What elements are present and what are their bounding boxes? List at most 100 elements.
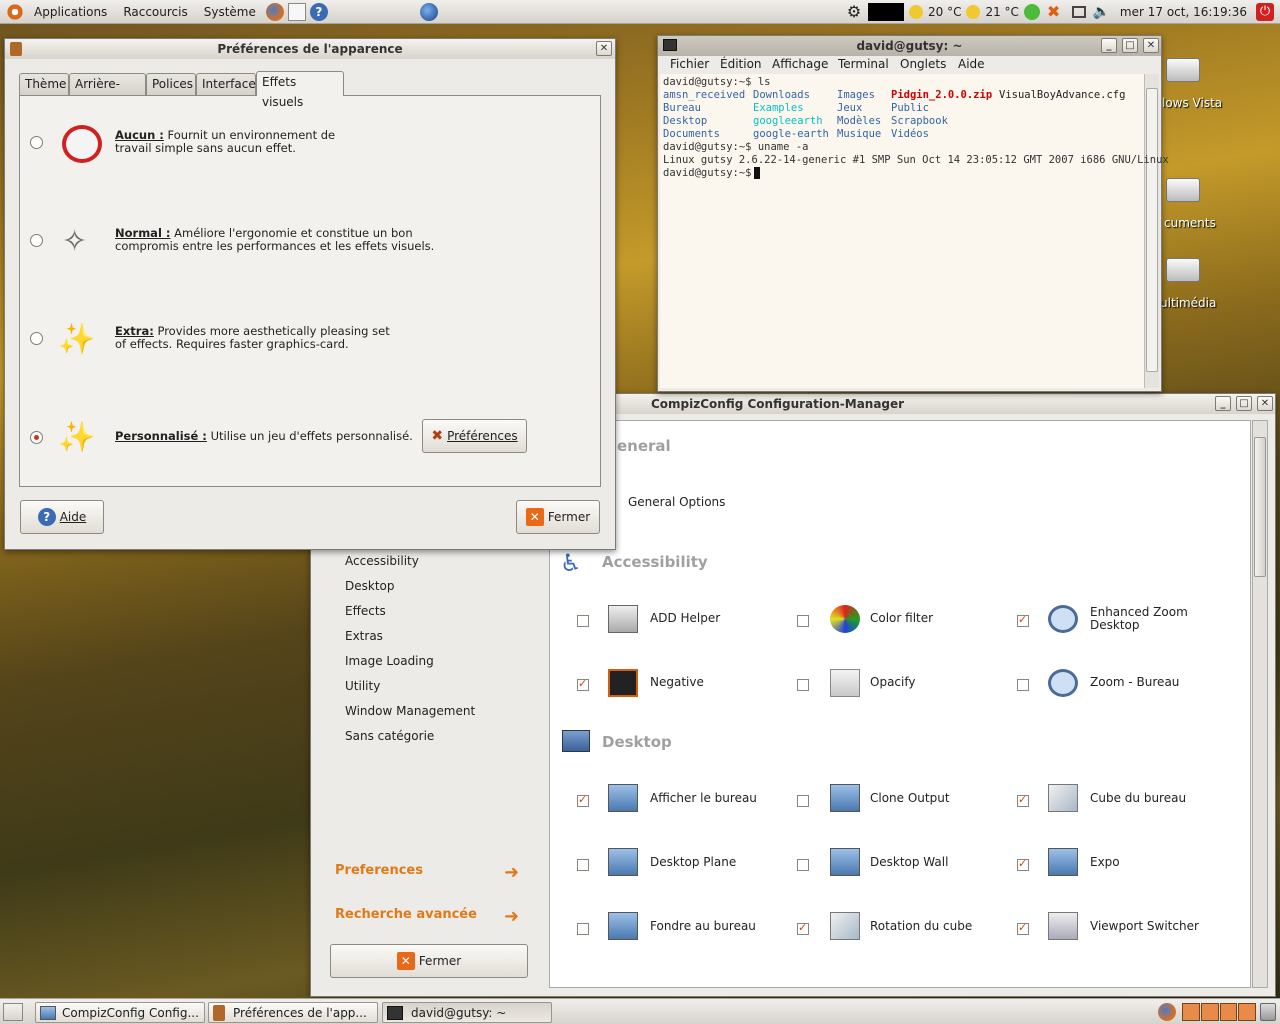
terminal-scrollbar[interactable] [1144,74,1159,388]
menu-terminal[interactable]: Terminal [838,57,889,71]
ubuntu-logo-icon[interactable] [6,2,24,21]
tab-theme[interactable]: Thème [19,73,69,95]
viewport-switcher-checkbox[interactable] [1017,921,1029,935]
category-extras[interactable]: Extras [345,629,383,643]
category-uncategorized[interactable]: Sans catégorie [345,729,434,743]
custom-radio[interactable] [30,431,43,444]
show-desktop-button[interactable] [3,1003,23,1021]
enhanced-zoom-label[interactable]: Enhanced Zoom Desktop [1090,606,1188,632]
network-icon[interactable] [1023,4,1040,20]
minimize-button[interactable]: _ [1215,396,1231,411]
color-filter-checkbox[interactable] [797,615,809,627]
desktop-cube-label[interactable]: Cube du bureau [1090,792,1186,805]
desktop-label-vista[interactable]: lows Vista [1162,96,1222,110]
taskbar-appearance[interactable]: Préférences de l'app... [208,1002,378,1023]
workspace-3[interactable] [1219,1003,1238,1021]
applications-menu[interactable]: Applications [26,0,115,24]
tools-icon[interactable]: ✖ [1047,3,1065,21]
tab-background[interactable]: Arrière-plan [69,73,146,111]
opacify-label[interactable]: Opacify [870,676,915,689]
menu-help[interactable]: Aide [958,57,985,71]
tab-visual-effects[interactable]: Effets visuels [256,71,344,109]
menu-view[interactable]: Affichage [772,57,828,71]
workspace-1[interactable] [1182,1003,1200,1021]
category-image-loading[interactable]: Image Loading [345,654,434,668]
minimize-button[interactable]: _ [1101,38,1117,53]
add-helper-label[interactable]: ADD Helper [650,612,720,625]
opacify-checkbox[interactable] [797,679,809,691]
compiz-scrollbar[interactable] [1252,420,1268,988]
general-options-item[interactable]: General Options [628,496,725,509]
clock[interactable]: mer 17 oct, 16:19:36 [1116,5,1251,19]
gear-icon[interactable]: ⚙ [845,3,863,21]
mail-icon[interactable] [287,2,306,21]
desktop-label-documents[interactable]: cuments [1164,216,1216,230]
enhanced-zoom-checkbox[interactable] [1017,613,1029,627]
maximize-button[interactable]: □ [1122,38,1138,53]
effects-preferences-button[interactable]: ✖ Préférences [422,419,527,453]
category-accessibility[interactable]: Accessibility [345,554,419,568]
expo-label[interactable]: Expo [1090,856,1120,869]
category-desktop[interactable]: Desktop [345,579,395,593]
negative-label[interactable]: Negative [650,676,704,689]
zoom-desktop-label[interactable]: Zoom - Bureau [1090,676,1179,689]
monitor-icon[interactable] [1071,6,1086,18]
rotate-cube-label[interactable]: Rotation du cube [870,920,972,933]
fade-desktop-checkbox[interactable] [577,923,589,935]
show-desktop-checkbox[interactable] [577,793,589,807]
category-window-management[interactable]: Window Management [345,704,475,718]
appearance-titlebar[interactable]: Préférences de l'apparence ✕ [5,39,615,59]
desktop-drive-icon[interactable] [1166,178,1200,202]
taskbar-compiz[interactable]: CompizConfig Config... [35,1002,205,1023]
zoom-desktop-checkbox[interactable] [1017,679,1029,691]
scroll-thumb[interactable] [1254,437,1266,577]
volume-icon[interactable]: 🔈 [1093,3,1111,21]
show-desktop-label[interactable]: Afficher le bureau [650,792,757,805]
maximize-button[interactable]: □ [1236,396,1252,411]
appearance-close-button[interactable]: ✕ Fermer [516,500,600,534]
color-filter-label[interactable]: Color filter [870,612,933,625]
desktop-cube-checkbox[interactable] [1017,793,1029,807]
workspace-2[interactable] [1200,1003,1219,1021]
menu-tabs[interactable]: Onglets [900,57,946,71]
firefox-icon[interactable] [265,2,284,21]
extra-radio[interactable] [30,332,43,345]
fade-desktop-label[interactable]: Fondre au bureau [650,920,756,933]
clone-output-checkbox[interactable] [797,795,809,807]
category-utility[interactable]: Utility [345,679,380,693]
expo-checkbox[interactable] [1017,857,1029,871]
terminal-scroll-thumb[interactable] [1146,88,1158,372]
desktop-drive-icon[interactable] [1166,258,1200,282]
desktop-plane-checkbox[interactable] [577,859,589,871]
workspace-4[interactable] [1238,1003,1256,1021]
menu-edit[interactable]: Édition [720,57,762,71]
rotate-cube-checkbox[interactable] [797,921,809,935]
add-helper-checkbox[interactable] [577,615,589,627]
category-effects[interactable]: Effects [345,604,386,618]
desktop-plane-label[interactable]: Desktop Plane [650,856,736,869]
globe-icon[interactable] [419,2,438,21]
compiz-close-button[interactable]: ✕ Fermer [330,944,528,978]
normal-radio[interactable] [30,234,43,247]
clone-output-label[interactable]: Clone Output [870,792,950,805]
desktop-drive-icon[interactable] [1166,58,1200,82]
desktop-wall-checkbox[interactable] [797,859,809,871]
close-button[interactable]: ✕ [1143,38,1159,53]
workspace-switcher[interactable] [1182,1003,1256,1021]
none-radio[interactable] [30,136,43,149]
preferences-link[interactable]: Preferences [335,863,423,878]
arrow-right-icon[interactable]: ➜ [504,908,519,926]
places-menu[interactable]: Raccourcis [115,0,195,24]
close-button[interactable]: ✕ [1257,396,1273,411]
desktop-label-multimedia[interactable]: ultimédia [1160,296,1216,310]
trash-icon[interactable] [1260,1003,1276,1021]
firefox-tray-icon[interactable] [1158,1003,1176,1021]
tab-fonts[interactable]: Polices [146,73,196,95]
close-button[interactable]: ✕ [596,41,612,56]
help-icon[interactable]: ? [309,2,328,21]
viewport-switcher-label[interactable]: Viewport Switcher [1090,920,1199,933]
shutdown-icon[interactable]: ⏻ [1256,3,1274,21]
system-menu[interactable]: Système [196,0,264,24]
terminal-titlebar[interactable]: david@gutsy: ~ _ □ ✕ [658,36,1161,56]
tab-interface[interactable]: Interface [196,73,256,95]
